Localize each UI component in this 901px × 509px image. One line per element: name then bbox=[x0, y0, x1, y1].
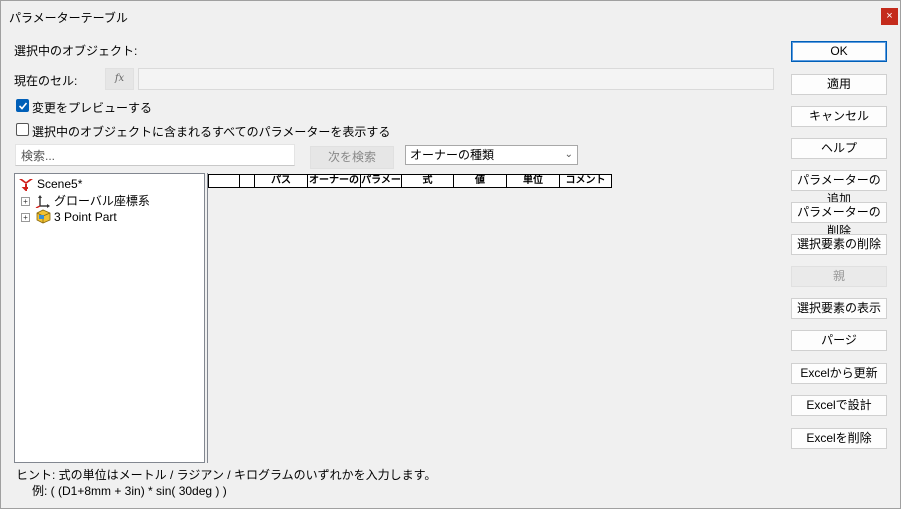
preview-changes-checkbox[interactable] bbox=[16, 99, 29, 112]
show-all-params-checkbox[interactable] bbox=[16, 123, 29, 136]
column-header-value[interactable]: 値 bbox=[453, 174, 506, 188]
design-in-excel-button[interactable]: Excelで設計 bbox=[791, 395, 887, 416]
column-header[interactable] bbox=[208, 174, 239, 188]
scene-icon bbox=[19, 179, 33, 191]
selected-object-label: 選択中のオブジェクト: bbox=[14, 44, 138, 58]
help-button[interactable]: ヘルプ bbox=[791, 138, 887, 159]
parent-button[interactable]: 親 bbox=[791, 266, 887, 287]
owner-type-value: オーナーの種類 bbox=[410, 148, 495, 162]
delete-excel-button[interactable]: Excelを削除 bbox=[791, 428, 887, 449]
preview-changes-label[interactable]: 変更をプレビューする bbox=[32, 99, 152, 116]
chevron-down-icon: ⌄ bbox=[564, 149, 573, 160]
delete-parameter-button[interactable]: パラメーターの削除 bbox=[791, 202, 887, 238]
column-header-expression[interactable]: 式 bbox=[401, 174, 453, 188]
show-selected-button[interactable]: 選択要素の表示 bbox=[791, 298, 887, 319]
part-icon bbox=[36, 209, 51, 224]
hint-line-1: ヒント: 式の単位はメートル / ラジアン / キログラムのいずれかを入力します… bbox=[16, 468, 437, 482]
object-tree[interactable]: Scene5* + グローバル座標系 + 3 Point Part bbox=[14, 173, 205, 463]
checkmark-icon bbox=[18, 102, 28, 110]
current-cell-field[interactable] bbox=[138, 68, 774, 90]
parameter-table-dialog: パラメーターテーブル × 選択中のオブジェクト: 現在のセル: fx 変更をプレ… bbox=[0, 0, 901, 509]
tree-item-label: グローバル座標系 bbox=[54, 194, 150, 208]
add-parameter-button[interactable]: パラメーターの追加 bbox=[791, 170, 887, 206]
apply-button[interactable]: 適用 bbox=[791, 74, 887, 95]
tree-item-label: Scene5* bbox=[37, 177, 83, 191]
tree-item-label: 3 Point Part bbox=[54, 210, 117, 224]
column-header-path[interactable]: パス bbox=[254, 174, 307, 188]
search-input[interactable]: 検索... bbox=[15, 144, 295, 166]
owner-type-select[interactable]: オーナーの種類 ⌄ bbox=[405, 145, 578, 165]
column-header-owner[interactable]: オーナーの bbox=[307, 174, 360, 188]
cancel-button[interactable]: キャンセル bbox=[791, 106, 887, 127]
fx-button[interactable]: fx bbox=[105, 68, 134, 90]
parameter-grid[interactable]: パス オーナーの パラメー 式 値 単位 コメント bbox=[207, 173, 790, 463]
column-header-unit[interactable]: 単位 bbox=[506, 174, 559, 188]
current-cell-label: 現在のセル: bbox=[14, 74, 78, 88]
column-header[interactable] bbox=[239, 174, 254, 188]
ok-button[interactable]: OK bbox=[791, 41, 887, 62]
hint-line-2: 例: ( (D1+8mm + 3in) * sin( 30deg ) ) bbox=[32, 484, 227, 498]
show-all-params-label[interactable]: 選択中のオブジェクトに含まれるすべてのパラメーターを表示する bbox=[32, 123, 390, 140]
expand-icon[interactable]: + bbox=[21, 213, 30, 222]
update-from-excel-button[interactable]: Excelから更新 bbox=[791, 363, 887, 384]
window-title: パラメーターテーブル bbox=[9, 11, 128, 25]
column-header-param[interactable]: パラメー bbox=[360, 174, 401, 188]
coordinate-system-icon bbox=[35, 195, 50, 208]
find-next-button[interactable]: 次を検索 bbox=[310, 146, 394, 169]
delete-selected-button[interactable]: 選択要素の削除 bbox=[791, 234, 887, 255]
purge-button[interactable]: パージ bbox=[791, 330, 887, 351]
column-header-comment[interactable]: コメント bbox=[559, 174, 612, 188]
title-bar[interactable]: パラメーターテーブル × bbox=[1, 1, 900, 31]
close-button[interactable]: × bbox=[881, 8, 898, 25]
expand-icon[interactable]: + bbox=[21, 197, 30, 206]
